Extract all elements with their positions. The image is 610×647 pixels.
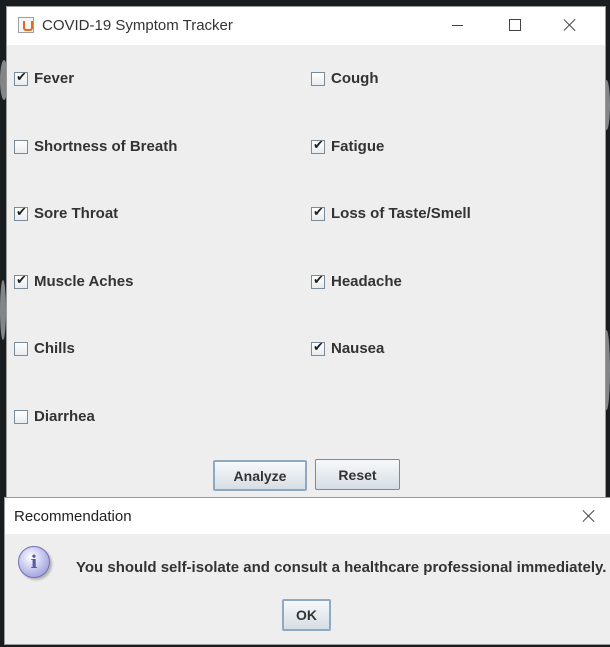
checkbox-label: Chills (34, 340, 75, 357)
checkbox-label: Cough (331, 70, 379, 87)
checkbox-box[interactable]: ✔ (311, 137, 325, 154)
info-icon: i (18, 546, 50, 578)
checkbox-headache[interactable]: ✔ Headache (311, 273, 402, 290)
close-button[interactable] (547, 7, 593, 45)
dialog-title: Recommendation (14, 508, 132, 525)
checkbox-label: Headache (331, 273, 402, 290)
checkbox-shortness-of-breath[interactable]: Shortness of Breath (14, 138, 177, 155)
checkbox-nausea[interactable]: ✔ Nausea (311, 340, 384, 357)
reset-button[interactable]: Reset (315, 459, 400, 490)
dialog-message: You should self-isolate and consult a he… (76, 559, 607, 576)
ok-button[interactable]: OK (282, 599, 331, 631)
window-title: COVID-19 Symptom Tracker (42, 17, 233, 34)
checkbox-box[interactable] (14, 409, 28, 424)
checkbox-box[interactable] (14, 341, 28, 356)
checkbox-label: Shortness of Breath (34, 138, 178, 155)
checkbox-chills[interactable]: Chills (14, 340, 75, 357)
checkbox-label: Muscle Aches (34, 273, 134, 290)
checkbox-box[interactable]: ✔ (311, 339, 325, 356)
dialog-close-button[interactable] (575, 502, 603, 530)
check-mark-icon: ✔ (16, 69, 27, 85)
checkbox-loss-of-taste-smell[interactable]: ✔ Loss of Taste/Smell (311, 205, 471, 222)
close-icon (563, 18, 577, 32)
close-icon (582, 509, 596, 523)
check-mark-icon: ✔ (313, 204, 324, 220)
check-mark-icon: ✔ (16, 272, 27, 288)
checkbox-diarrhea[interactable]: Diarrhea (14, 408, 95, 425)
minimize-button[interactable] (435, 7, 481, 45)
checkbox-box[interactable]: ✔ (14, 69, 28, 86)
checkbox-label: Fatigue (331, 138, 385, 155)
checkbox-label: Nausea (331, 340, 385, 357)
checkbox-fever[interactable]: ✔ Fever (14, 70, 74, 87)
checkbox-label: Sore Throat (34, 205, 119, 222)
checkbox-cough[interactable]: Cough (311, 70, 378, 87)
check-mark-icon: ✔ (313, 137, 324, 153)
check-mark-icon: ✔ (313, 339, 324, 355)
dialog-title-bar: Recommendation (5, 498, 610, 534)
check-mark-icon: ✔ (313, 272, 324, 288)
java-app-icon (18, 17, 34, 33)
analyze-button[interactable]: Analyze (213, 460, 307, 491)
checkbox-box[interactable]: ✔ (14, 272, 28, 289)
checkbox-label: Fever (34, 70, 75, 87)
checkbox-box[interactable]: ✔ (14, 204, 28, 221)
checkbox-sore-throat[interactable]: ✔ Sore Throat (14, 205, 118, 222)
checkbox-box[interactable] (14, 139, 28, 154)
checkbox-box[interactable]: ✔ (311, 204, 325, 221)
checkbox-muscle-aches[interactable]: ✔ Muscle Aches (14, 273, 134, 290)
checkbox-fatigue[interactable]: ✔ Fatigue (311, 138, 384, 155)
maximize-button[interactable] (491, 7, 537, 45)
checkbox-box[interactable] (311, 71, 325, 86)
checkbox-label: Loss of Taste/Smell (331, 205, 471, 222)
title-bar: COVID-19 Symptom Tracker (7, 7, 605, 45)
main-window: COVID-19 Symptom Tracker ✔ Fever Shortne… (6, 6, 606, 498)
checkbox-box[interactable]: ✔ (311, 272, 325, 289)
check-mark-icon: ✔ (16, 204, 27, 220)
checkbox-label: Diarrhea (34, 408, 95, 425)
recommendation-dialog: Recommendation i You should self-isolate… (4, 497, 610, 645)
